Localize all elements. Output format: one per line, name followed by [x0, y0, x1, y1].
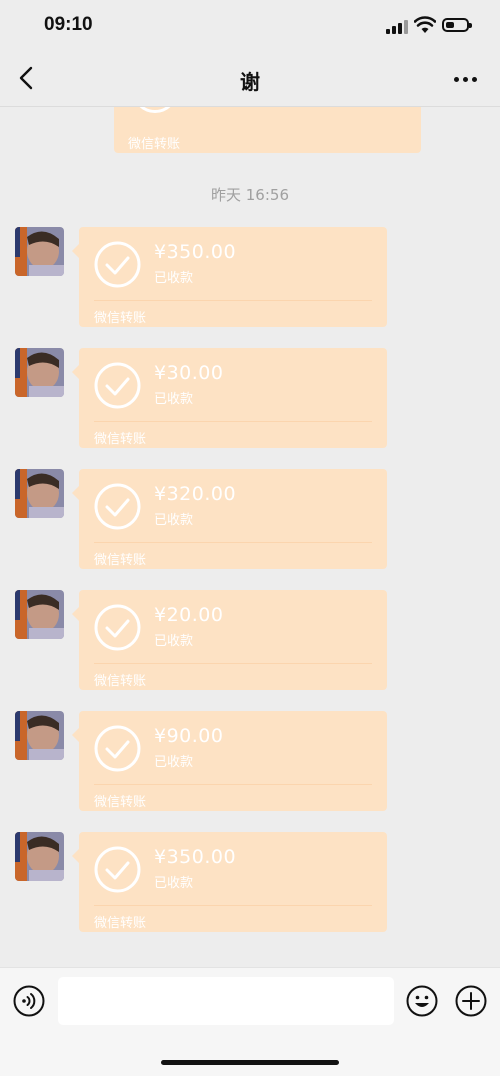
transfer-status: 已收款: [154, 755, 194, 770]
transfer-amount: ¥90.00: [154, 725, 224, 747]
transfer-status: 已收款: [154, 634, 194, 649]
check-circle-icon: [94, 362, 141, 409]
emoji-icon[interactable]: [406, 985, 438, 1017]
transfer-amount: ¥350.00: [154, 846, 237, 868]
more-dots-icon[interactable]: [452, 70, 480, 88]
transfer-message: ¥90.00 已收款 微信转账: [0, 711, 500, 813]
transfer-amount: ¥350.00: [154, 241, 237, 263]
transfer-message: ¥30.00 已收款 微信转账: [0, 348, 500, 450]
cellular-signal-icon: [386, 20, 408, 34]
battery-icon: [442, 18, 472, 32]
check-circle-icon: [132, 107, 178, 113]
wifi-icon: [414, 16, 436, 33]
divider: [94, 300, 372, 301]
chat-area[interactable]: 微信转账 昨天 16:56 ¥350.00 已收款 微信转账 ¥30.00 已收…: [0, 107, 500, 967]
message-timestamp: 昨天 16:56: [211, 186, 289, 204]
transfer-status: 已收款: [154, 513, 194, 528]
message-input[interactable]: [58, 977, 394, 1025]
transfer-footer: 微信转账: [94, 795, 147, 810]
check-circle-icon: [94, 241, 141, 288]
input-bar: [0, 967, 500, 1076]
avatar[interactable]: [15, 348, 64, 397]
divider: [94, 784, 372, 785]
transfer-message: ¥350.00 已收款 微信转账: [0, 832, 500, 934]
avatar[interactable]: [15, 590, 64, 639]
transfer-bubble-partial[interactable]: 微信转账: [114, 107, 421, 153]
nav-bar: 谢: [0, 52, 500, 107]
transfer-bubble[interactable]: ¥20.00 已收款 微信转账: [72, 590, 387, 690]
check-circle-icon: [94, 483, 141, 530]
transfer-footer: 微信转账: [94, 432, 147, 447]
transfer-status: 已收款: [154, 392, 194, 407]
status-bar: 09:10: [0, 0, 500, 52]
avatar[interactable]: [15, 227, 64, 276]
check-circle-icon: [94, 725, 141, 772]
divider: [94, 905, 372, 906]
transfer-message: ¥350.00 已收款 微信转账: [0, 227, 500, 329]
transfer-footer: 微信转账: [94, 916, 147, 931]
transfer-status: 已收款: [154, 271, 194, 286]
transfer-amount: ¥20.00: [154, 604, 224, 626]
transfer-footer: 微信转账: [128, 137, 181, 152]
transfer-amount: ¥30.00: [154, 362, 224, 384]
divider: [94, 663, 372, 664]
transfer-status: 已收款: [154, 876, 194, 891]
transfer-footer: 微信转账: [94, 674, 147, 689]
transfer-bubble[interactable]: ¥350.00 已收款 微信转账: [72, 832, 387, 932]
check-circle-icon: [94, 846, 141, 893]
divider: [94, 542, 372, 543]
chat-title: 谢: [240, 70, 260, 94]
transfer-bubble[interactable]: ¥320.00 已收款 微信转账: [72, 469, 387, 569]
transfer-bubble[interactable]: ¥30.00 已收款 微信转账: [72, 348, 387, 448]
transfer-bubble[interactable]: ¥350.00 已收款 微信转账: [72, 227, 387, 327]
transfer-bubble[interactable]: ¥90.00 已收款 微信转账: [72, 711, 387, 811]
transfer-amount: ¥320.00: [154, 483, 237, 505]
check-circle-icon: [94, 604, 141, 651]
transfer-footer: 微信转账: [94, 311, 147, 326]
transfer-footer: 微信转账: [94, 553, 147, 568]
status-time: 09:10: [44, 14, 93, 35]
voice-icon[interactable]: [13, 985, 45, 1017]
home-indicator: [161, 1060, 339, 1065]
plus-icon[interactable]: [455, 985, 487, 1017]
transfer-message: ¥320.00 已收款 微信转账: [0, 469, 500, 571]
avatar[interactable]: [15, 469, 64, 518]
divider: [94, 421, 372, 422]
avatar[interactable]: [15, 832, 64, 881]
transfer-message: ¥20.00 已收款 微信转账: [0, 590, 500, 692]
avatar[interactable]: [15, 711, 64, 760]
